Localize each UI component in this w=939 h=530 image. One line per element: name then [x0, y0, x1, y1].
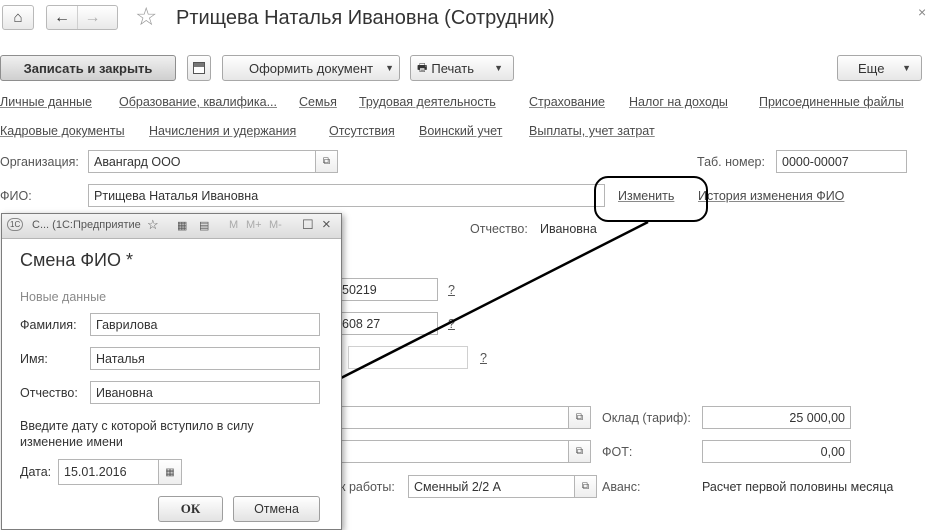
patronymic-field[interactable]: Ивановна: [90, 381, 320, 404]
memory-minus-icon[interactable]: M-: [269, 219, 282, 231]
surname-label: Фамилия:: [20, 318, 77, 332]
close-icon[interactable]: ×: [322, 216, 331, 233]
star-icon[interactable]: ☆: [147, 217, 159, 233]
name-field[interactable]: Наталья: [90, 347, 320, 370]
patronymic-label: Отчество:: [20, 386, 78, 400]
cancel-button[interactable]: Отмена: [233, 496, 320, 522]
new-data-section: Новые данные: [20, 290, 107, 304]
change-fio-dialog: 1С С... (1С:Предприятие ☆ ▦ ▤ M M+ M- ☐ …: [1, 213, 342, 530]
calendar-icon[interactable]: ▦: [159, 459, 182, 485]
app-logo-icon: 1С: [7, 218, 24, 231]
surname-field[interactable]: Гаврилова: [90, 313, 320, 336]
calculator-icon[interactable]: ▦: [177, 219, 187, 232]
date-label: Дата:: [20, 465, 52, 479]
maximize-icon[interactable]: ☐: [302, 217, 314, 233]
date-hint: Введите дату с которой вступило в силу и…: [20, 419, 254, 449]
calendar-icon[interactable]: ▤: [199, 219, 209, 232]
dialog-title: Смена ФИО *: [20, 250, 133, 270]
memory-plus-icon[interactable]: M+: [246, 219, 262, 231]
ok-button[interactable]: ОК: [158, 496, 223, 522]
name-label: Имя:: [20, 352, 48, 366]
dialog-window-title: С... (1С:Предприятие: [32, 219, 141, 231]
dialog-titlebar: 1С С... (1С:Предприятие ☆ ▦ ▤ M M+ M- ☐ …: [2, 214, 341, 239]
memory-icon[interactable]: M: [229, 219, 238, 231]
date-field[interactable]: 15.01.2016: [58, 459, 159, 485]
